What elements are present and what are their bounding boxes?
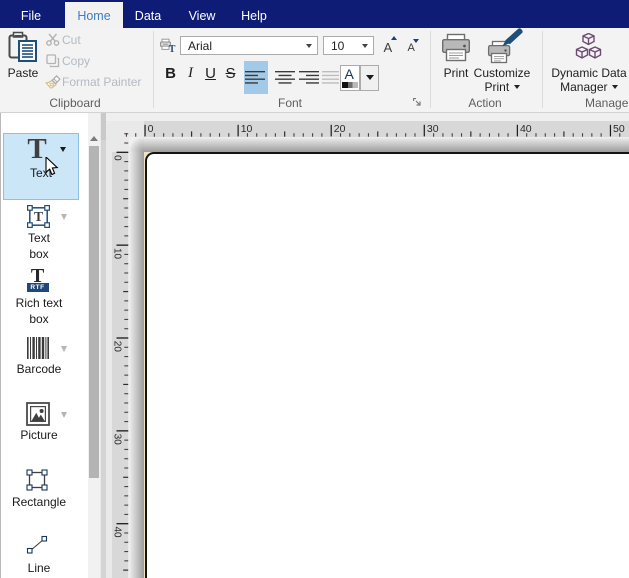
svg-text:40: 40: [112, 527, 123, 539]
svg-text:30: 30: [427, 123, 439, 134]
svg-text:20: 20: [112, 341, 123, 353]
svg-text:0: 0: [112, 155, 123, 161]
svg-text:30: 30: [112, 434, 123, 446]
svg-text:20: 20: [334, 123, 346, 134]
svg-text:10: 10: [241, 123, 253, 134]
svg-text:T: T: [169, 44, 176, 53]
svg-text:T: T: [34, 209, 43, 224]
svg-text:10: 10: [112, 248, 123, 260]
svg-text:0: 0: [148, 123, 154, 134]
svg-text:50: 50: [613, 123, 625, 134]
svg-text:40: 40: [520, 123, 532, 134]
